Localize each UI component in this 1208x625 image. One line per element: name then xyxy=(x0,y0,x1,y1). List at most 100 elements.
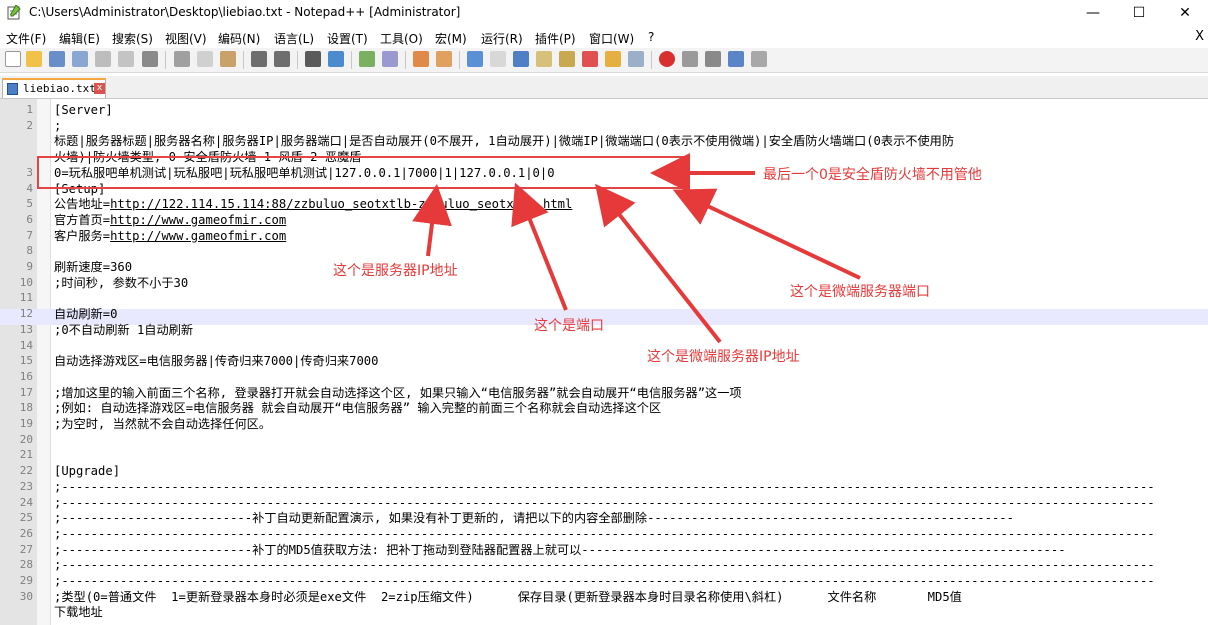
code-text: ;增加这里的输入前面三个名称, 登录器打开就会自动选择这个区, 如果只输入“电信… xyxy=(54,385,742,400)
toolbar-separator xyxy=(405,51,406,69)
menu-encoding[interactable]: 编码(N) xyxy=(218,30,260,47)
redo-icon[interactable] xyxy=(274,51,290,67)
code-line[interactable]: 自动选择游戏区=电信服务器|传奇归来7000|传奇归来7000 xyxy=(54,353,378,369)
code-line[interactable]: ;---------------------------------------… xyxy=(54,557,1155,573)
line-number: 27 xyxy=(19,542,33,556)
code-text: ;---------------------------------------… xyxy=(54,495,1155,510)
play-macro-icon[interactable] xyxy=(705,51,721,67)
replace-icon[interactable] xyxy=(328,51,344,67)
save-icon[interactable] xyxy=(49,51,65,67)
url-link[interactable]: http://www.gameofmir.com xyxy=(110,213,286,227)
doc-map-icon[interactable] xyxy=(559,51,575,67)
code-line[interactable]: ; xyxy=(54,118,61,134)
save-all-icon[interactable] xyxy=(72,51,88,67)
folder-workspace-icon[interactable] xyxy=(605,51,621,67)
code-line[interactable]: ;增加这里的输入前面三个名称, 登录器打开就会自动选择这个区, 如果只输入“电信… xyxy=(54,385,742,401)
line-number: 9 xyxy=(26,260,33,273)
indent-guide-icon[interactable] xyxy=(513,51,529,67)
code-line[interactable]: ;---------------------------------------… xyxy=(54,479,1155,495)
tab-close-icon[interactable]: x xyxy=(94,83,105,94)
line-number: 29 xyxy=(19,574,33,587)
function-list-icon[interactable] xyxy=(582,51,598,67)
code-text: [Upgrade] xyxy=(54,464,121,479)
close-doc-icon[interactable]: X xyxy=(1195,29,1204,44)
menu-language[interactable]: 语言(L) xyxy=(274,30,314,47)
code-line[interactable]: ;--------------------------补丁的MD5值获取方法: … xyxy=(54,542,1066,558)
paste-icon[interactable] xyxy=(220,51,236,67)
code-line[interactable]: ;---------------------------------------… xyxy=(54,526,1155,542)
url-link[interactable]: http://122.114.15.114:88/zzbuluo_seotxtl… xyxy=(110,197,572,211)
code-line[interactable]: ;---------------------------------------… xyxy=(54,573,1155,589)
menu-help[interactable]: ? xyxy=(648,30,654,44)
code-text: 刷新速度=360 xyxy=(54,260,133,274)
code-line[interactable]: ;类型(0=普通文件 1=更新登录器本身时必须是exe文件 2=zip压缩文件)… xyxy=(54,589,962,605)
code-line[interactable]: [Upgrade] xyxy=(54,463,120,479)
toolbar-separator xyxy=(243,51,244,69)
tab-liebiao[interactable]: liebiao.txt x xyxy=(2,78,106,98)
save-macro-icon[interactable] xyxy=(751,51,767,67)
code-line[interactable]: 客户服务=http://www.gameofmir.com xyxy=(54,228,286,244)
line-number: 15 xyxy=(19,354,33,368)
code-line[interactable]: [Server] xyxy=(54,102,113,118)
annotation-micro-ip: 这个是微端服务器IP地址 xyxy=(647,349,800,365)
line-number: 17 xyxy=(19,385,33,399)
udl-icon[interactable] xyxy=(536,51,552,67)
url-link[interactable]: http://www.gameofmir.com xyxy=(110,229,286,243)
code-line[interactable]: ;--------------------------补丁自动更新配置演示, 如… xyxy=(54,510,1014,526)
menu-file[interactable]: 文件(F) xyxy=(6,30,46,47)
menu-edit[interactable]: 编辑(E) xyxy=(59,30,100,47)
menu-view[interactable]: 视图(V) xyxy=(165,30,207,47)
undo-icon[interactable] xyxy=(251,51,267,67)
word-wrap-icon[interactable] xyxy=(467,51,483,67)
menu-run[interactable]: 运行(R) xyxy=(481,30,523,47)
code-line[interactable]: 下载地址 xyxy=(54,604,103,620)
close-all-icon[interactable] xyxy=(118,51,134,67)
code-line[interactable]: ;0不自动刷新 1自动刷新 xyxy=(54,322,193,338)
show-all-chars-icon[interactable] xyxy=(490,51,506,67)
copy-icon[interactable] xyxy=(197,51,213,67)
code-line[interactable]: 刷新速度=360 xyxy=(54,259,132,275)
line-number: 28 xyxy=(19,558,33,572)
code-line[interactable]: 官方首页=http://www.gameofmir.com xyxy=(54,212,286,228)
close-window-button[interactable]: ✕ xyxy=(1162,0,1208,26)
tab-bar: liebiao.txt x xyxy=(0,76,1208,99)
close-file-icon[interactable] xyxy=(95,51,111,67)
code-line[interactable]: ;为空时, 当然就不会自动选择任何区。 xyxy=(54,416,271,432)
sync-horizontal-icon[interactable] xyxy=(436,51,452,67)
window-title: C:\Users\Administrator\Desktop\liebiao.t… xyxy=(29,5,461,19)
code-text: 公告地址= xyxy=(54,197,111,212)
print-icon[interactable] xyxy=(142,51,158,67)
menu-macro[interactable]: 宏(M) xyxy=(435,30,467,47)
menu-window[interactable]: 窗口(W) xyxy=(589,30,634,47)
run-macro-multiple-icon[interactable] xyxy=(728,51,744,67)
cut-icon[interactable] xyxy=(174,51,190,67)
minimize-button[interactable]: — xyxy=(1070,0,1116,26)
menu-plugins[interactable]: 插件(P) xyxy=(535,30,576,47)
line-number: 22 xyxy=(19,464,33,478)
monitoring-icon[interactable] xyxy=(628,51,644,67)
code-line[interactable]: ;例如: 自动选择游戏区=电信服务器 就会自动展开“电信服务器” 输入完整的前面… xyxy=(54,400,661,416)
open-file-icon[interactable] xyxy=(26,51,42,67)
code-line[interactable]: ;---------------------------------------… xyxy=(54,495,1155,511)
stop-macro-icon[interactable] xyxy=(682,51,698,67)
menu-tools[interactable]: 工具(O) xyxy=(380,30,423,47)
line-number: 5 xyxy=(26,197,33,211)
maximize-button[interactable]: ☐ xyxy=(1116,0,1162,26)
menu-bar: 文件(F) 编辑(E) 搜索(S) 视图(V) 编码(N) 语言(L) 设置(T… xyxy=(0,27,1208,47)
line-number: 3 xyxy=(26,165,33,179)
code-line[interactable]: 自动刷新=0 xyxy=(54,306,117,322)
code-line[interactable]: 公告地址=http://122.114.15.114:88/zzbuluo_se… xyxy=(54,196,572,212)
code-line[interactable]: ;时间秒, 参数不小于30 xyxy=(54,275,188,291)
zoom-in-icon[interactable] xyxy=(359,51,375,67)
menu-settings[interactable]: 设置(T) xyxy=(327,30,368,47)
zoom-out-icon[interactable] xyxy=(382,51,398,67)
code-text: ;0不自动刷新 1自动刷新 xyxy=(54,322,194,337)
sync-vertical-icon[interactable] xyxy=(413,51,429,67)
record-macro-icon[interactable] xyxy=(659,51,675,67)
line-number: 26 xyxy=(19,526,33,540)
new-file-icon[interactable] xyxy=(5,51,21,67)
code-line[interactable]: 标题|服务器标题|服务器名称|服务器IP|服务器端口|是否自动展开(0不展开, … xyxy=(54,133,954,149)
find-icon[interactable] xyxy=(305,51,321,67)
menu-search[interactable]: 搜索(S) xyxy=(112,30,153,47)
code-text: ;---------------------------------------… xyxy=(54,479,1155,494)
